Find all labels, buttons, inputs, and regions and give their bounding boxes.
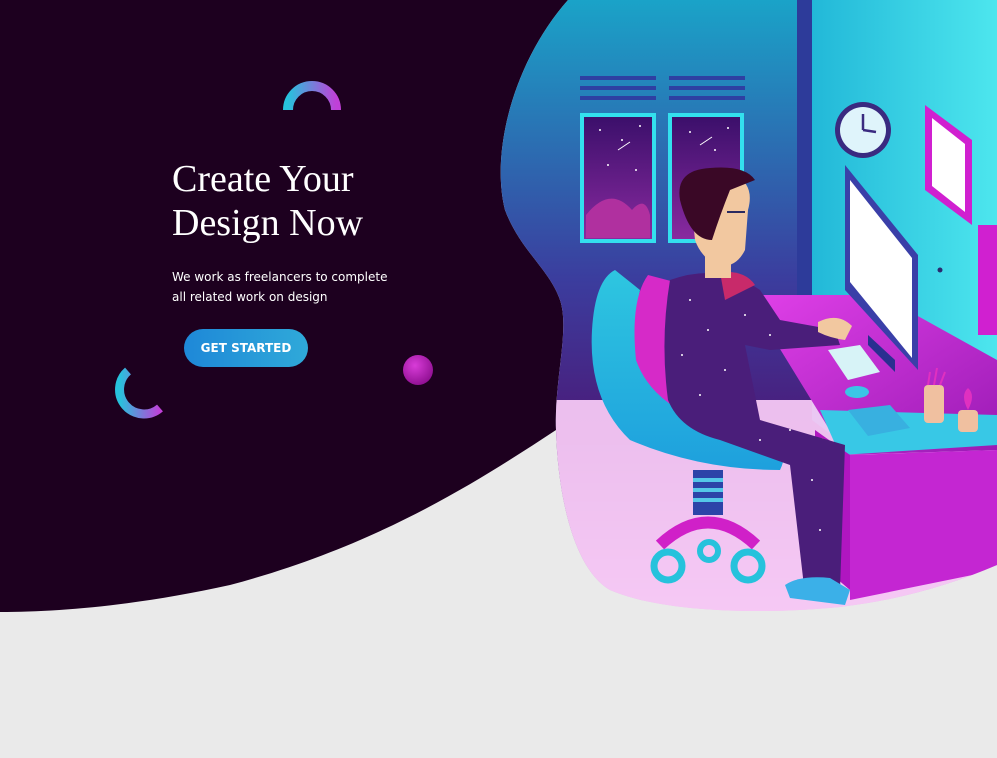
decorative-dot <box>403 355 433 385</box>
hero-subtitle-line-2: all related work on design <box>172 289 328 304</box>
hero-title-line-1: Create Your <box>172 158 354 200</box>
hero-subtitle: We work as freelancers to complete all r… <box>172 268 387 307</box>
hero-title-line-2: Design Now <box>172 202 364 244</box>
mouse <box>845 386 869 398</box>
clock-icon <box>835 102 891 158</box>
workspace-illustration <box>500 0 997 612</box>
hero-background <box>0 0 997 612</box>
hero-subtitle-line-1: We work as freelancers to complete <box>172 270 388 284</box>
get-started-button[interactable]: GET STARTED <box>184 329 308 367</box>
hero-title: Create Your Design Now <box>172 157 363 245</box>
